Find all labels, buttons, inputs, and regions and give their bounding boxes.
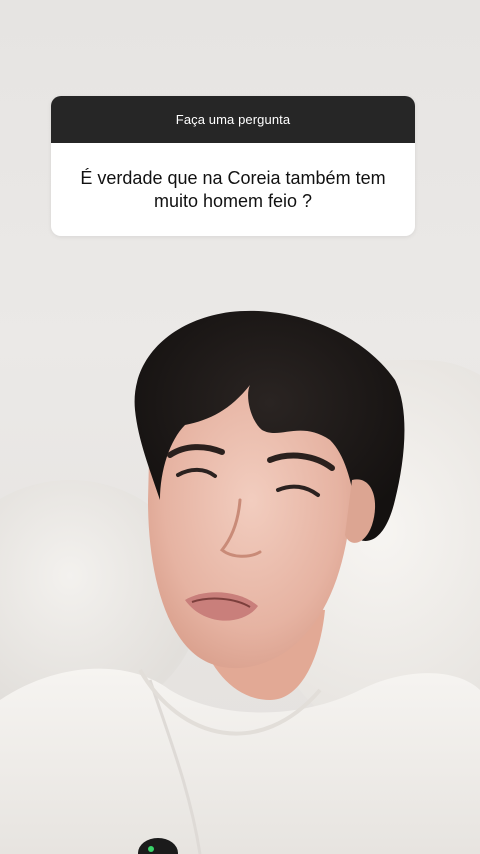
mic-status-light bbox=[148, 846, 154, 852]
white-shirt bbox=[0, 668, 480, 854]
question-sticker-text: É verdade que na Coreia também tem muito… bbox=[51, 143, 415, 236]
question-sticker[interactable]: Faça uma pergunta É verdade que na Corei… bbox=[51, 96, 415, 236]
question-sticker-header: Faça uma pergunta bbox=[51, 96, 415, 143]
story-viewer[interactable]: Faça uma pergunta É verdade que na Corei… bbox=[0, 0, 480, 854]
